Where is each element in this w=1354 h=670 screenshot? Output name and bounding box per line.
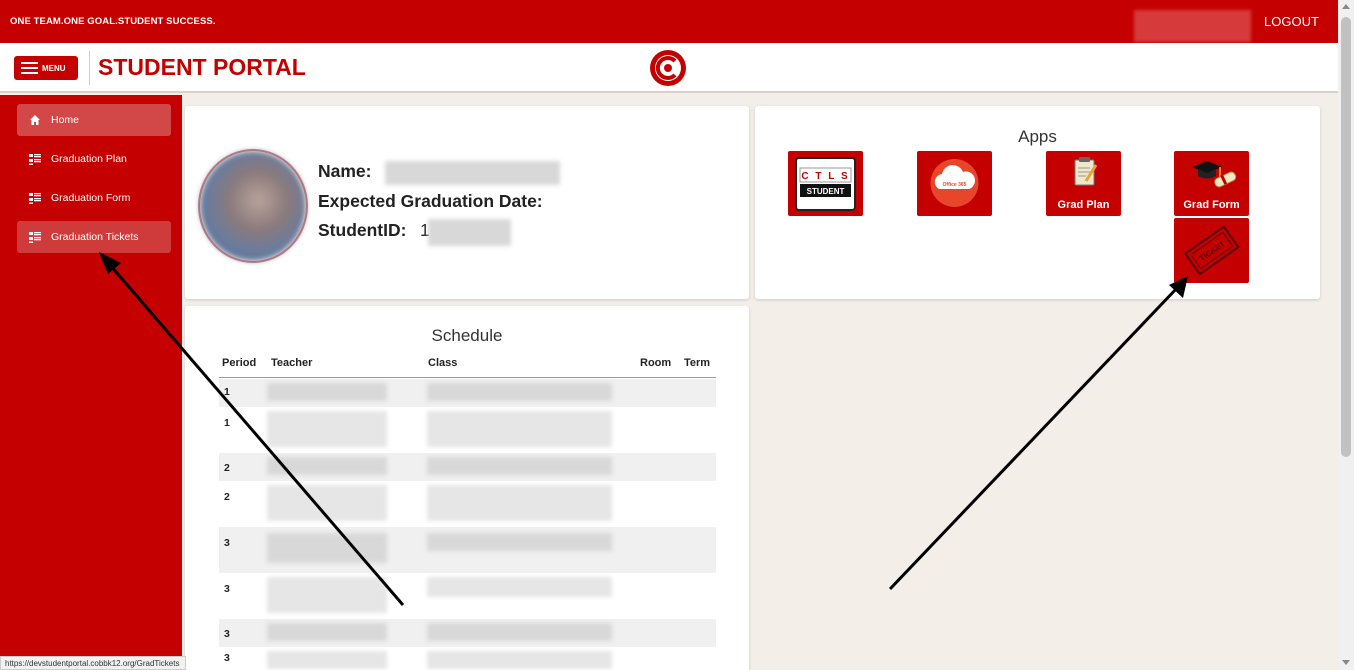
class-cell-redacted xyxy=(427,383,612,401)
sidebar: Home Graduation Plan Graduation Form Gra… xyxy=(0,95,182,670)
sidebar-item-graduation-plan[interactable]: Graduation Plan xyxy=(17,143,171,175)
hamburger-icon xyxy=(21,62,38,74)
teacher-cell-redacted xyxy=(267,457,387,475)
link-status-bar: https://devstudentportal.cobbk12.org/Gra… xyxy=(0,656,187,670)
list-icon xyxy=(29,232,41,243)
photo-ring xyxy=(198,149,308,263)
apps-card: Apps C T L S STUDENT Office 365 Grad Pla… xyxy=(755,106,1320,299)
sidebar-item-label: Graduation Form xyxy=(51,192,131,204)
teacher-cell-redacted xyxy=(267,383,387,401)
app-tile-ctls-student[interactable]: C T L S STUDENT xyxy=(788,151,863,216)
grad-date-label: Expected Graduation Date: xyxy=(318,191,543,211)
table-row: 2 xyxy=(219,481,716,527)
motto-text: ONE TEAM.ONE GOAL.STUDENT SUCCESS. xyxy=(10,16,216,27)
ctls-student-icon: C T L S STUDENT xyxy=(795,157,856,211)
header-divider xyxy=(89,51,90,85)
app-tile-grad-form[interactable]: Grad Form xyxy=(1174,151,1249,216)
column-header-class: Class xyxy=(428,357,458,369)
column-header-period: Period xyxy=(222,357,257,369)
header-bar: MENU STUDENT PORTAL xyxy=(0,43,1338,93)
column-header-room: Room xyxy=(640,357,672,369)
period-cell: 2 xyxy=(224,462,230,474)
scrollbar-thumb[interactable] xyxy=(1341,17,1351,457)
class-cell-redacted xyxy=(427,577,612,597)
period-cell: 3 xyxy=(224,537,230,549)
class-cell-redacted xyxy=(427,457,612,475)
app-tile-caption: Grad Plan xyxy=(1057,199,1110,211)
table-row: 3 xyxy=(219,647,716,670)
list-icon xyxy=(29,154,41,165)
scroll-up-arrow-icon[interactable] xyxy=(1342,4,1350,9)
period-cell: 1 xyxy=(224,417,230,429)
teacher-cell-redacted xyxy=(267,411,387,447)
period-cell: 1 xyxy=(224,386,230,398)
table-row: 3 xyxy=(219,527,716,573)
class-cell-redacted xyxy=(427,485,612,521)
app-tile-grad-plan[interactable]: Grad Plan xyxy=(1046,151,1121,216)
page-title: STUDENT PORTAL xyxy=(98,54,306,80)
svg-text:STUDENT: STUDENT xyxy=(807,187,845,196)
name-value-redacted xyxy=(385,161,560,185)
app-tile-caption: Grad Form xyxy=(1183,199,1240,211)
top-bar: ONE TEAM.ONE GOAL.STUDENT SUCCESS. LOGOU… xyxy=(0,0,1338,43)
class-cell-redacted xyxy=(427,651,612,669)
student-id-redacted xyxy=(428,219,511,246)
menu-button[interactable]: MENU xyxy=(14,56,78,80)
teacher-cell-redacted xyxy=(267,577,387,613)
app-tile-office365[interactable]: Office 365 xyxy=(917,151,992,216)
district-logo-icon xyxy=(650,50,686,86)
column-header-term: Term xyxy=(684,357,711,369)
class-cell-redacted xyxy=(427,533,612,551)
header-divider xyxy=(219,377,716,378)
scroll-down-arrow-icon[interactable] xyxy=(1342,660,1350,665)
teacher-cell-redacted xyxy=(267,533,387,563)
period-cell: 3 xyxy=(224,628,230,640)
period-cell: 3 xyxy=(224,583,230,595)
table-row: 1 xyxy=(219,379,716,407)
period-cell: 3 xyxy=(224,652,230,664)
column-header-teacher: Teacher xyxy=(271,357,313,369)
table-row: 2 xyxy=(219,453,716,481)
list-icon xyxy=(29,193,41,204)
profile-card: Name: Expected Graduation Date: StudentI… xyxy=(185,106,749,299)
sidebar-item-label: Graduation Plan xyxy=(51,153,127,165)
app-tile-tickets[interactable]: TICKET xyxy=(1174,218,1249,283)
page-scrollbar[interactable] xyxy=(1338,0,1354,670)
clipboard-pencil-icon xyxy=(1074,157,1098,186)
class-cell-redacted xyxy=(427,411,612,447)
sidebar-item-graduation-tickets[interactable]: Graduation Tickets xyxy=(17,221,171,253)
sidebar-item-home[interactable]: Home xyxy=(17,104,171,136)
schedule-title: Schedule xyxy=(431,326,503,345)
table-row: 3 xyxy=(219,619,716,647)
teacher-cell-redacted xyxy=(267,485,387,521)
svg-text:Office 365: Office 365 xyxy=(943,182,967,188)
period-cell: 2 xyxy=(224,491,230,503)
schedule-card: Schedule Period Teacher Class Room Term … xyxy=(185,306,749,670)
sidebar-item-label: Home xyxy=(51,114,80,126)
sidebar-item-graduation-form[interactable]: Graduation Form xyxy=(17,182,171,214)
apps-title: Apps xyxy=(1018,127,1057,146)
ticket-icon: TICKET xyxy=(1183,225,1240,276)
office365-icon: Office 365 xyxy=(930,159,979,207)
class-cell-redacted xyxy=(427,623,612,641)
menu-button-label: MENU xyxy=(42,63,66,73)
table-row: 1 xyxy=(219,407,716,453)
arrow-to-tickets-app xyxy=(888,285,1180,591)
svg-text:C T L S: C T L S xyxy=(801,171,849,182)
logout-link[interactable]: LOGOUT xyxy=(1264,14,1319,29)
teacher-cell-redacted xyxy=(267,623,387,641)
name-label: Name: xyxy=(318,161,372,181)
student-id-label: StudentID: xyxy=(318,220,407,240)
user-name-redacted xyxy=(1134,10,1251,42)
home-icon xyxy=(30,115,40,125)
sidebar-item-label: Graduation Tickets xyxy=(51,231,139,243)
table-row: 3 xyxy=(219,573,716,619)
teacher-cell-redacted xyxy=(267,651,387,669)
graduation-cap-diploma-icon xyxy=(1192,161,1237,188)
